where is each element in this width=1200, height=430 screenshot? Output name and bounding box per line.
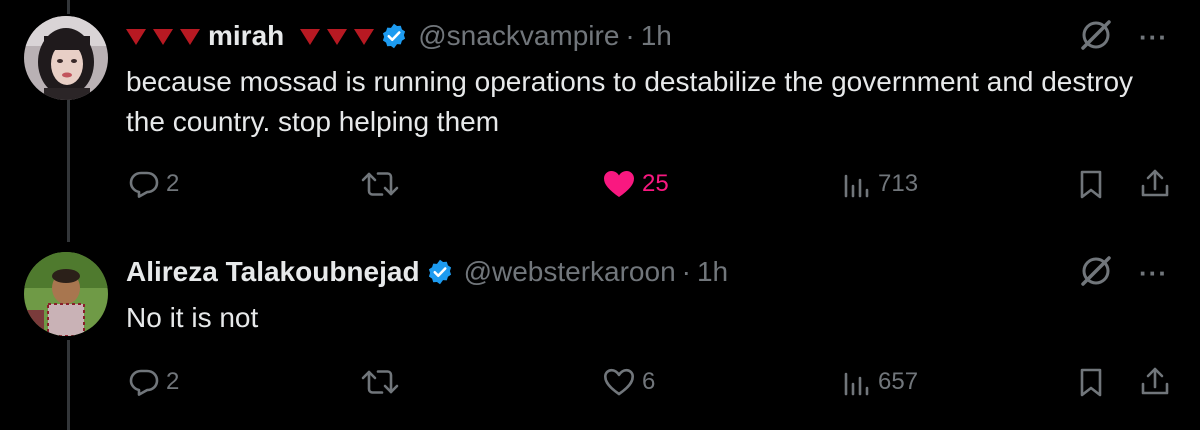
handle[interactable]: @snackvampire [418, 20, 619, 52]
handle[interactable]: @websterkaroon [464, 256, 676, 288]
separator-dot: · [625, 20, 635, 51]
bookmark-button[interactable] [1078, 362, 1104, 402]
triangle-icon [153, 20, 173, 52]
more-options-icon[interactable]: ··· [1139, 22, 1168, 53]
reply-button[interactable]: 2 [128, 164, 179, 204]
timestamp[interactable]: 1h [697, 256, 728, 288]
timestamp[interactable]: 1h [641, 20, 672, 52]
grok-icon[interactable] [1079, 254, 1113, 293]
tweet[interactable]: Alireza Talakoubnejad @websterkaroon · 1… [0, 240, 1200, 430]
reply-button[interactable]: 2 [128, 362, 179, 402]
repost-icon [360, 168, 400, 200]
bookmark-button[interactable] [1078, 164, 1104, 204]
triangle-icon [354, 20, 375, 52]
share-button[interactable] [1140, 362, 1170, 402]
tweet-header: mirah @snackvampire · 1h [126, 16, 672, 56]
avatar[interactable] [24, 16, 108, 100]
separator-dot: · [681, 256, 691, 287]
repost-button[interactable] [360, 164, 400, 204]
reply-icon [128, 168, 160, 200]
like-count: 25 [642, 170, 669, 197]
triangle-icon [327, 20, 348, 52]
verified-badge-icon[interactable] [426, 258, 454, 286]
tweet-actions: 2 25 713 [0, 164, 1200, 204]
reply-count: 2 [166, 170, 180, 197]
more-options-icon[interactable]: ··· [1139, 258, 1168, 289]
share-icon [1140, 366, 1170, 398]
triangle-icon [126, 20, 146, 52]
heart-outline-icon [602, 366, 636, 398]
tweet[interactable]: mirah @snackvampire · 1h ··· because mos… [0, 0, 1200, 240]
tweet-actions: 2 6 657 [0, 362, 1200, 402]
like-button[interactable]: 25 [602, 164, 669, 204]
tweet-text: because mossad is running operations to … [126, 66, 1134, 137]
like-button[interactable]: 6 [602, 362, 655, 402]
avatar[interactable] [24, 252, 108, 336]
heart-filled-icon [602, 168, 636, 200]
display-name[interactable]: mirah [208, 20, 284, 52]
verified-badge-icon[interactable] [380, 22, 408, 50]
bookmark-icon [1078, 366, 1104, 398]
tweet-text: No it is not [126, 302, 259, 333]
views-chart-icon [842, 366, 872, 398]
decoration-triangles-left [126, 20, 200, 52]
like-count: 6 [642, 368, 656, 395]
reply-count: 2 [166, 368, 180, 395]
triangle-icon [300, 20, 321, 52]
decoration-triangles-right [300, 20, 375, 52]
bookmark-icon [1078, 168, 1104, 200]
triangle-icon [180, 20, 200, 52]
reply-icon [128, 366, 160, 398]
grok-icon[interactable] [1079, 18, 1113, 57]
views-button[interactable]: 657 [842, 362, 918, 402]
repost-icon [360, 366, 400, 398]
share-icon [1140, 168, 1170, 200]
repost-button[interactable] [360, 362, 400, 402]
view-count: 713 [878, 170, 919, 197]
display-name[interactable]: Alireza Talakoubnejad [126, 256, 420, 288]
tweet-top-icons: ··· [1079, 18, 1168, 57]
views-chart-icon [842, 168, 872, 200]
tweet-header: Alireza Talakoubnejad @websterkaroon · 1… [126, 252, 728, 292]
views-button[interactable]: 713 [842, 164, 918, 204]
share-button[interactable] [1140, 164, 1170, 204]
view-count: 657 [878, 368, 919, 395]
tweet-top-icons: ··· [1079, 254, 1168, 293]
